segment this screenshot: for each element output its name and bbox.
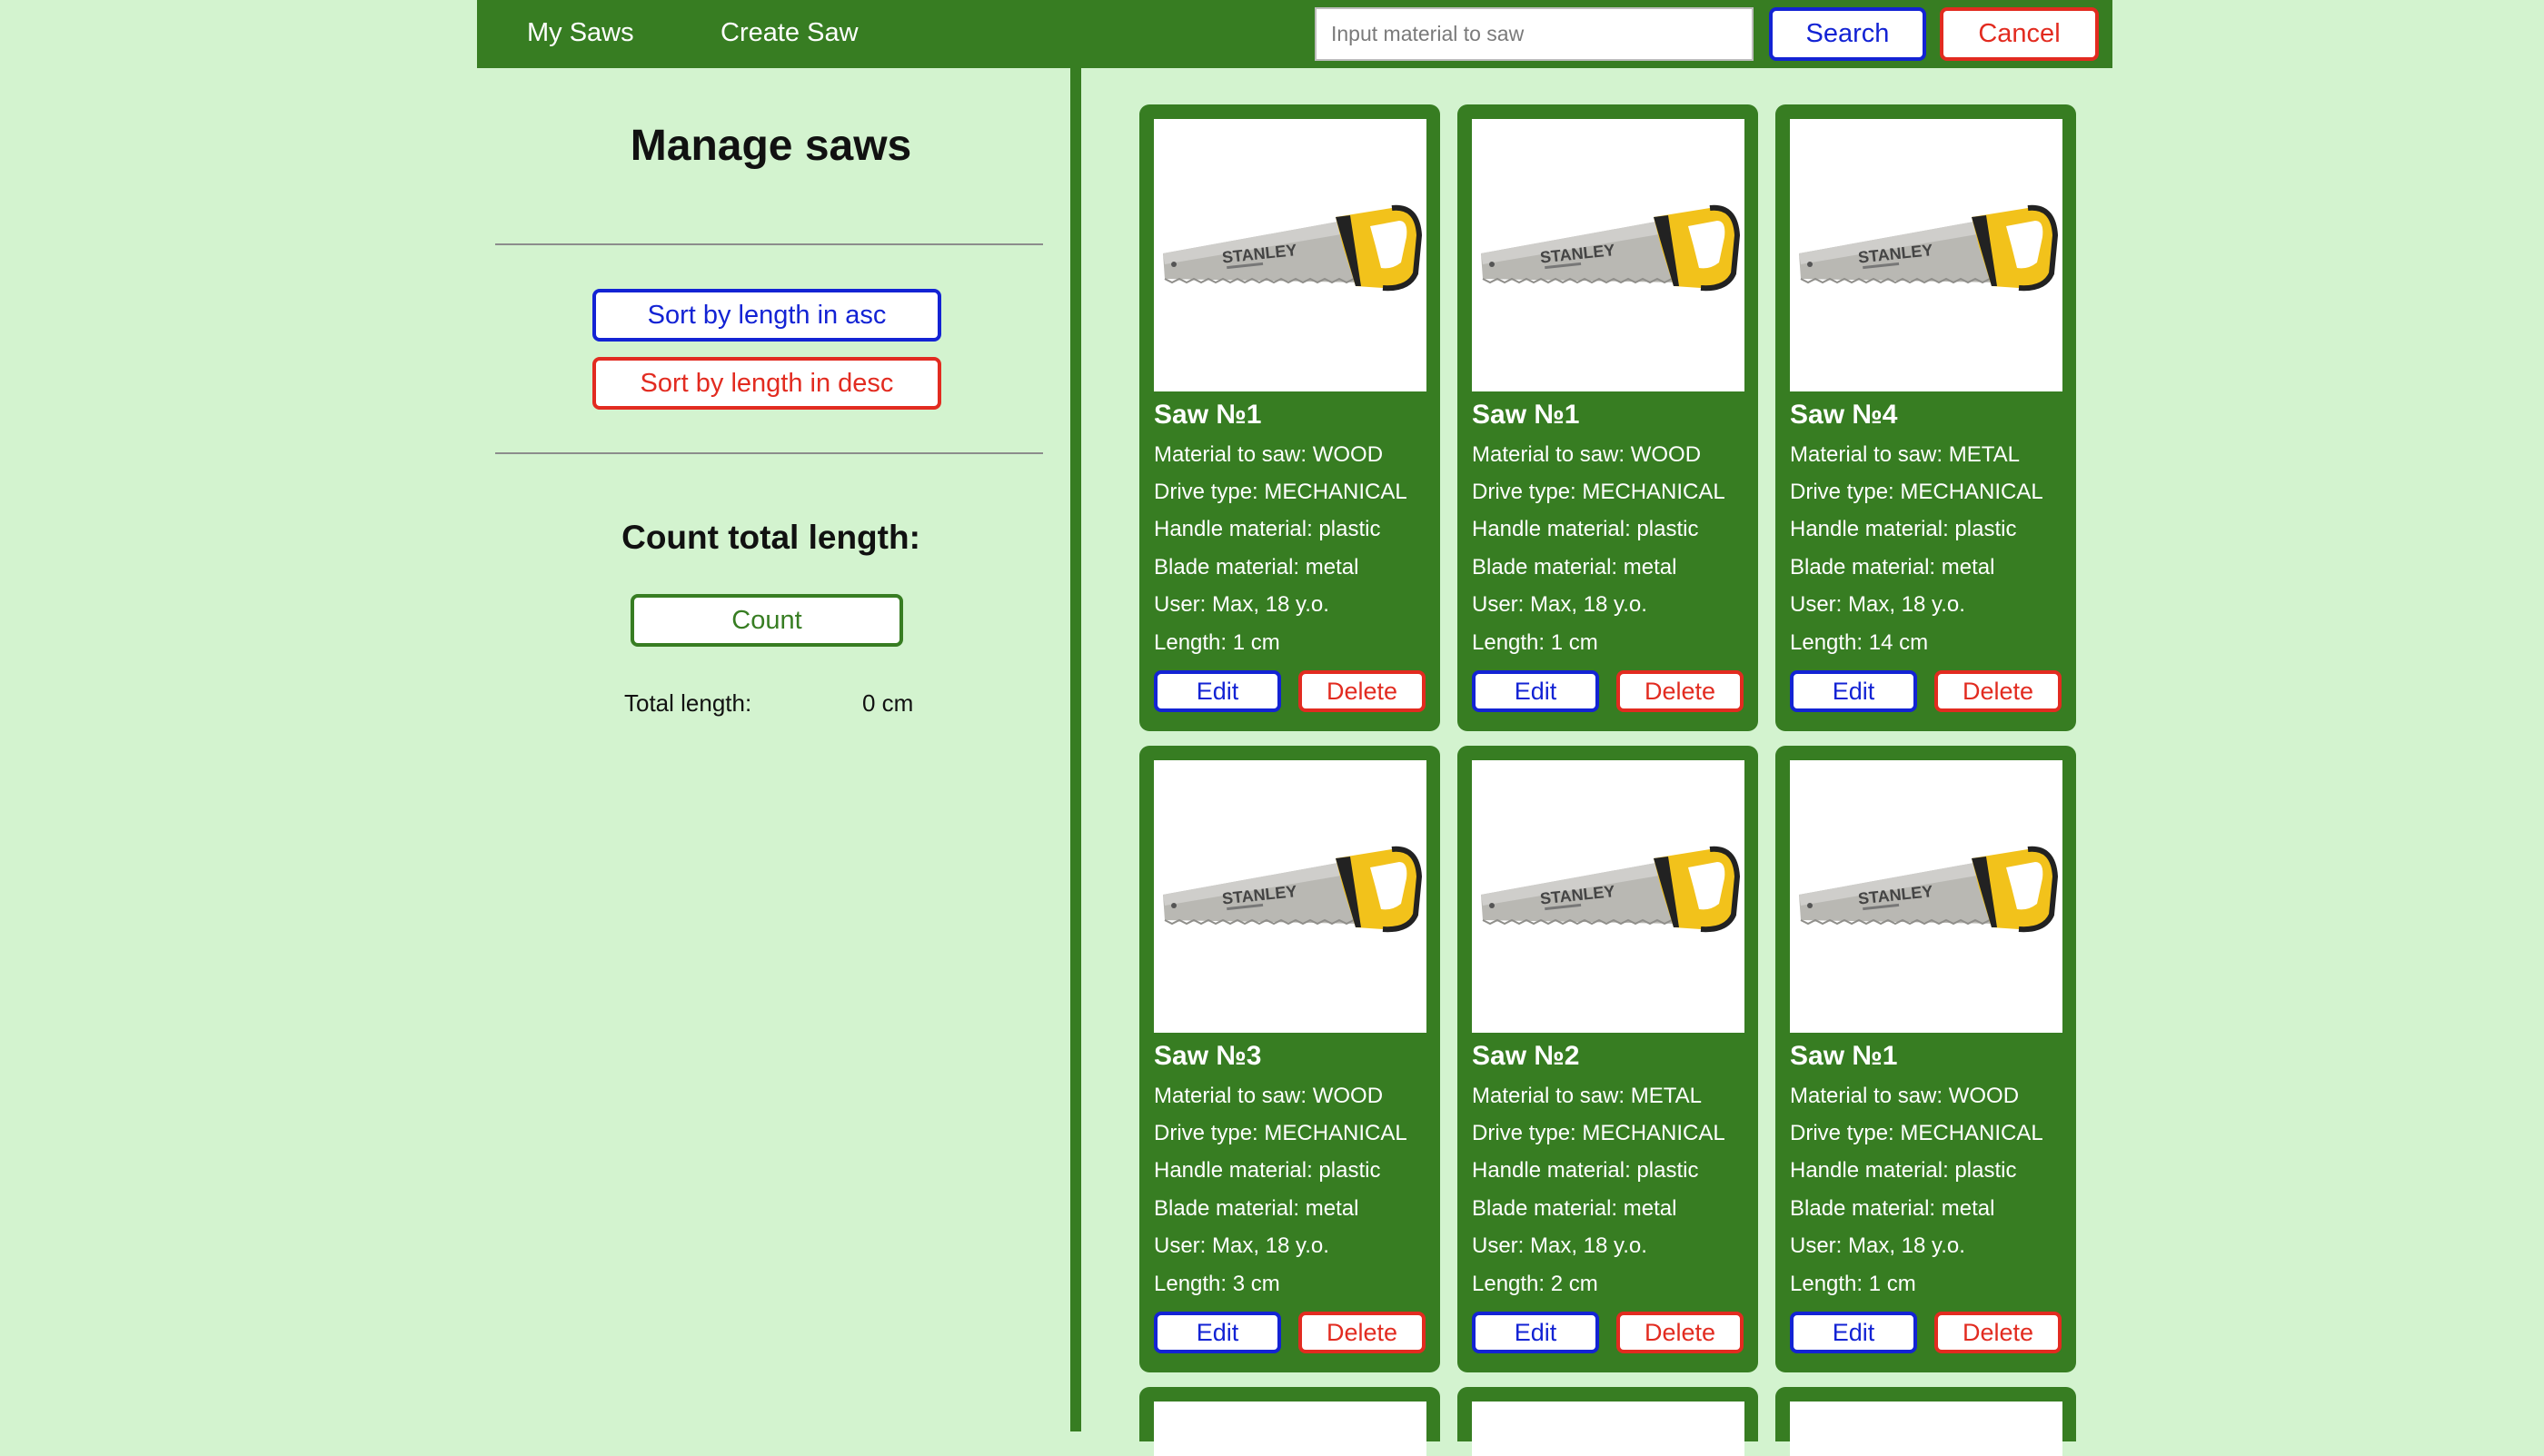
saw-card-blade: Blade material: metal (1790, 1196, 1995, 1221)
sort-asc-button[interactable]: Sort by length in asc (592, 289, 941, 342)
saw-card-handle: Handle material: plastic (1472, 517, 1699, 541)
nav-link-create-saw[interactable]: Create Saw (720, 0, 859, 68)
edit-button[interactable]: Edit (1154, 1312, 1281, 1353)
delete-button[interactable]: Delete (1934, 670, 2062, 712)
saw-card-drive: Drive type: MECHANICAL (1472, 480, 1725, 504)
saw-card-partial (1457, 1387, 1758, 1456)
sort-desc-button[interactable]: Sort by length in desc (592, 357, 941, 410)
saw-card-title: Saw №4 (1790, 400, 1898, 430)
edit-button[interactable]: Edit (1154, 670, 1281, 712)
sidebar-title: Manage saws (630, 122, 912, 170)
saw-card-partial (1775, 1387, 2076, 1456)
saw-card-blade: Blade material: metal (1154, 1196, 1359, 1221)
delete-button[interactable]: Delete (1298, 670, 1426, 712)
saw-card-material: Material to saw: WOOD (1154, 1084, 1384, 1108)
saw-card-material: Material to saw: WOOD (1472, 442, 1702, 467)
navbar: My Saws Create Saw Search Cancel (477, 0, 2112, 68)
saw-icon: STANLEY (1481, 204, 1741, 292)
saw-card-user: User: Max, 18 y.o. (1154, 1233, 1329, 1258)
saw-image (1472, 1402, 1744, 1456)
saw-card-blade: Blade material: metal (1472, 555, 1677, 579)
saw-card-handle: Handle material: plastic (1154, 1158, 1381, 1183)
saw-card-title: Saw №1 (1790, 1041, 1898, 1071)
saw-card-material: Material to saw: WOOD (1790, 1084, 2020, 1108)
count-title: Count total length: (621, 519, 920, 556)
saw-card-material: Material to saw: WOOD (1154, 442, 1384, 467)
divider (495, 452, 1043, 454)
saw-card-material: Material to saw: METAL (1472, 1084, 1702, 1108)
saw-image: STANLEY (1790, 119, 2062, 391)
nav-link-my-saws[interactable]: My Saws (527, 0, 634, 68)
saw-card-handle: Handle material: plastic (1790, 1158, 2017, 1183)
saw-card-handle: Handle material: plastic (1790, 517, 2017, 541)
saw-image (1154, 1402, 1426, 1456)
saw-card: STANLEY Saw №1 Material to saw: WOOD Dri… (1775, 746, 2076, 1372)
saw-icon: STANLEY (1799, 846, 2059, 933)
delete-button[interactable]: Delete (1616, 670, 1744, 712)
app-root: My Saws Create Saw Search Cancel Manage … (477, 0, 2112, 1456)
saw-card-drive: Drive type: MECHANICAL (1790, 480, 2043, 504)
saw-card-title: Saw №3 (1154, 1041, 1262, 1071)
saw-card-blade: Blade material: metal (1790, 555, 1995, 579)
saw-card-handle: Handle material: plastic (1472, 1158, 1699, 1183)
saw-card-drive: Drive type: MECHANICAL (1790, 1121, 2043, 1145)
saw-card-user: User: Max, 18 y.o. (1472, 592, 1647, 617)
edit-button[interactable]: Edit (1790, 1312, 1917, 1353)
saw-card-length: Length: 1 cm (1154, 630, 1280, 655)
saw-card-user: User: Max, 18 y.o. (1790, 1233, 1965, 1258)
saw-image: STANLEY (1154, 760, 1426, 1033)
saw-card-blade: Blade material: metal (1472, 1196, 1677, 1221)
saw-card-length: Length: 1 cm (1472, 630, 1598, 655)
delete-button[interactable]: Delete (1934, 1312, 2062, 1353)
vertical-separator (1070, 68, 1081, 1431)
saw-card: STANLEY Saw №2 Material to saw: METAL Dr… (1457, 746, 1758, 1372)
saw-icon: STANLEY (1481, 846, 1741, 933)
edit-button[interactable]: Edit (1790, 670, 1917, 712)
saw-card-material: Material to saw: METAL (1790, 442, 2020, 467)
delete-button[interactable]: Delete (1616, 1312, 1744, 1353)
saw-card: STANLEY Saw №1 Material to saw: WOOD Dri… (1139, 104, 1440, 731)
saw-card-drive: Drive type: MECHANICAL (1472, 1121, 1725, 1145)
saw-card-user: User: Max, 18 y.o. (1790, 592, 1965, 617)
saw-card: STANLEY Saw №3 Material to saw: WOOD Dri… (1139, 746, 1440, 1372)
saw-card-drive: Drive type: MECHANICAL (1154, 480, 1407, 504)
count-button[interactable]: Count (631, 594, 903, 647)
saw-image: STANLEY (1472, 760, 1744, 1033)
saw-image: STANLEY (1472, 119, 1744, 391)
edit-button[interactable]: Edit (1472, 670, 1599, 712)
saw-image: STANLEY (1154, 119, 1426, 391)
saw-card-handle: Handle material: plastic (1154, 517, 1381, 541)
saw-card: STANLEY Saw №1 Material to saw: WOOD Dri… (1457, 104, 1758, 731)
saw-card-title: Saw №1 (1154, 400, 1262, 430)
saw-card: STANLEY Saw №4 Material to saw: METAL Dr… (1775, 104, 2076, 731)
saw-card-drive: Drive type: MECHANICAL (1154, 1121, 1407, 1145)
cancel-button[interactable]: Cancel (1940, 7, 2099, 61)
saw-image (1790, 1402, 2062, 1456)
total-length-value: 0 cm (862, 689, 914, 717)
saw-card-user: User: Max, 18 y.o. (1154, 592, 1329, 617)
saw-card-title: Saw №1 (1472, 400, 1580, 430)
saw-card-user: User: Max, 18 y.o. (1472, 1233, 1647, 1258)
total-length-label: Total length: (624, 689, 752, 717)
delete-button[interactable]: Delete (1298, 1312, 1426, 1353)
saw-icon: STANLEY (1163, 204, 1423, 292)
saw-card-blade: Blade material: metal (1154, 555, 1359, 579)
saw-card-length: Length: 14 cm (1790, 630, 1929, 655)
saw-card-partial (1139, 1387, 1440, 1456)
divider (495, 243, 1043, 245)
saw-image: STANLEY (1790, 760, 2062, 1033)
saw-card-length: Length: 3 cm (1154, 1272, 1280, 1296)
search-button[interactable]: Search (1769, 7, 1926, 61)
sidebar: Manage saws Sort by length in asc Sort b… (477, 68, 1077, 1431)
edit-button[interactable]: Edit (1472, 1312, 1599, 1353)
saw-icon: STANLEY (1163, 846, 1423, 933)
saw-icon: STANLEY (1799, 204, 2059, 292)
saw-card-length: Length: 2 cm (1472, 1272, 1598, 1296)
saw-card-title: Saw №2 (1472, 1041, 1580, 1071)
saw-card-length: Length: 1 cm (1790, 1272, 1916, 1296)
search-input[interactable] (1315, 7, 1754, 61)
